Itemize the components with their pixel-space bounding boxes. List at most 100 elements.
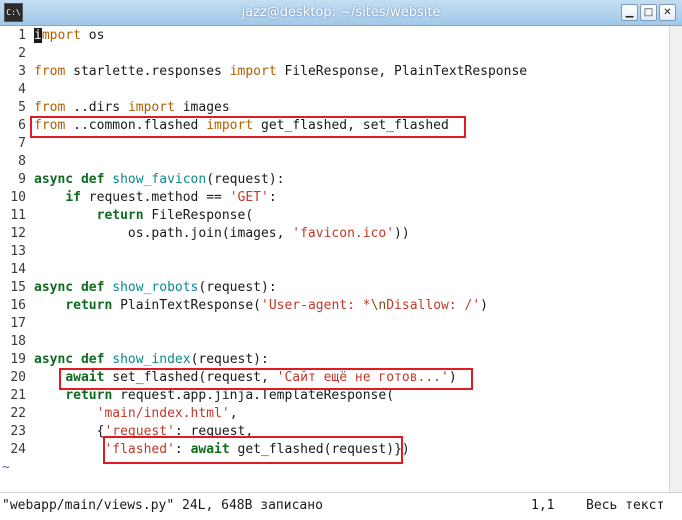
- line-number: 11: [10, 208, 26, 223]
- code-token: 'Сайт ещё не готов...': [276, 370, 449, 385]
- code-token: request.app.jinja.TemplateResponse(: [112, 388, 395, 403]
- code-text[interactable]: if request.method == 'GET':: [34, 189, 277, 207]
- code-token: 'flashed': [104, 442, 175, 457]
- code-token: FileResponse(: [143, 208, 254, 223]
- line-number: 22: [10, 406, 26, 421]
- code-token: return: [65, 388, 113, 403]
- code-text[interactable]: from starlette.responses import FileResp…: [34, 63, 527, 81]
- maximize-button[interactable]: □: [640, 4, 657, 21]
- window-title: jazz@desktop: ~/sites/website: [241, 5, 441, 20]
- title-bar[interactable]: C:\ jazz@desktop: ~/sites/website ▁ □ ✕: [0, 0, 682, 26]
- code-token: os: [80, 28, 105, 43]
- line-number: 15: [10, 280, 26, 295]
- code-token: return: [65, 298, 113, 313]
- code-token: PlainTextResponse(: [112, 298, 261, 313]
- code-token: : request,: [174, 424, 254, 439]
- code-text[interactable]: 'main/index.html',: [34, 405, 238, 423]
- code-text[interactable]: import os: [34, 27, 104, 45]
- line-number: 23: [10, 424, 26, 439]
- code-text[interactable]: {'request': request,: [34, 423, 254, 441]
- terminal-window: C:\ jazz@desktop: ~/sites/website ▁ □ ✕ …: [0, 0, 682, 520]
- code-token: Disallow: /': [386, 298, 481, 313]
- code-token: )): [394, 226, 410, 241]
- line-number: 20: [10, 370, 26, 385]
- code-text[interactable]: async def show_favicon(request):: [34, 171, 284, 189]
- code-token: ,: [229, 406, 238, 421]
- code-text[interactable]: async def show_robots(request):: [34, 279, 277, 297]
- code-token: :: [174, 442, 191, 457]
- line-number: 2: [18, 46, 26, 61]
- line-number: 17: [10, 316, 26, 331]
- code-text[interactable]: 'flashed': await get_flashed(request)}): [34, 441, 410, 459]
- text-cursor: i: [34, 28, 42, 43]
- line-number: 24: [10, 442, 26, 457]
- line-number: 4: [18, 82, 26, 97]
- code-token: def: [80, 280, 105, 295]
- close-button[interactable]: ✕: [659, 4, 676, 21]
- code-text[interactable]: return request.app.jinja.TemplateRespons…: [34, 387, 394, 405]
- code-text[interactable]: return PlainTextResponse('User-agent: *\…: [34, 297, 488, 315]
- minimize-button[interactable]: ▁: [621, 4, 638, 21]
- code-token: ..common.flashed: [65, 118, 207, 133]
- code-token: await: [190, 442, 230, 457]
- code-token: await: [65, 370, 105, 385]
- vertical-scrollbar[interactable]: [669, 26, 682, 492]
- line-number: 8: [18, 154, 26, 169]
- code-token: :: [268, 190, 277, 205]
- empty-line-marker: ~: [2, 460, 10, 475]
- code-text[interactable]: return FileResponse(: [34, 207, 254, 225]
- line-number: 16: [10, 298, 26, 313]
- code-token: mport: [41, 28, 81, 43]
- code-token: (request):: [206, 172, 285, 187]
- code-token: {: [34, 424, 105, 439]
- code-token: from: [34, 100, 66, 115]
- status-file-message: "webapp/main/views.py" 24L, 648B записан…: [2, 498, 323, 513]
- line-number: 10: [10, 190, 26, 205]
- code-token: async: [34, 280, 74, 295]
- code-token: ): [448, 370, 457, 385]
- line-number: 7: [18, 136, 26, 151]
- line-number: 3: [18, 64, 26, 79]
- code-token: def: [80, 172, 105, 187]
- code-token: import: [127, 100, 175, 115]
- line-number: 19: [10, 352, 26, 367]
- line-number: 12: [10, 226, 26, 241]
- code-text[interactable]: async def show_index(request):: [34, 351, 269, 369]
- code-token: 'GET': [229, 190, 269, 205]
- code-token: 'favicon.ico': [292, 226, 395, 241]
- code-text[interactable]: from ..dirs import images: [34, 99, 230, 117]
- code-text[interactable]: from ..common.flashed import get_flashed…: [34, 117, 449, 135]
- code-token: import: [229, 64, 277, 79]
- code-token: from: [34, 64, 66, 79]
- code-text[interactable]: os.path.join(images, 'favicon.ico')): [34, 225, 410, 243]
- line-number: 13: [10, 244, 26, 259]
- line-number: 6: [18, 118, 26, 133]
- code-token: (request):: [198, 280, 277, 295]
- code-token: (request):: [190, 352, 269, 367]
- code-token: ..dirs: [65, 100, 128, 115]
- code-token: show_robots: [112, 280, 199, 295]
- code-token: async: [34, 352, 74, 367]
- code-token: async: [34, 172, 74, 187]
- line-number: 18: [10, 334, 26, 349]
- code-token: show_index: [112, 352, 191, 367]
- status-cursor-position: 1,1: [531, 498, 555, 513]
- code-token: 'request': [104, 424, 175, 439]
- line-number: 21: [10, 388, 26, 403]
- code-text[interactable]: await set_flashed(request, 'Сайт ещё не …: [34, 369, 457, 387]
- code-token: request.method ==: [80, 190, 230, 205]
- code-token: get_flashed(request)}): [229, 442, 410, 457]
- line-number: 5: [18, 100, 26, 115]
- vim-editor-area[interactable]: 1 import os 2 3 from starlette.responses imp…: [0, 26, 682, 492]
- code-token: get_flashed, set_flashed: [253, 118, 449, 133]
- code-token: from: [34, 118, 66, 133]
- code-token: import: [206, 118, 254, 133]
- code-token: FileResponse, PlainTextResponse: [276, 64, 528, 79]
